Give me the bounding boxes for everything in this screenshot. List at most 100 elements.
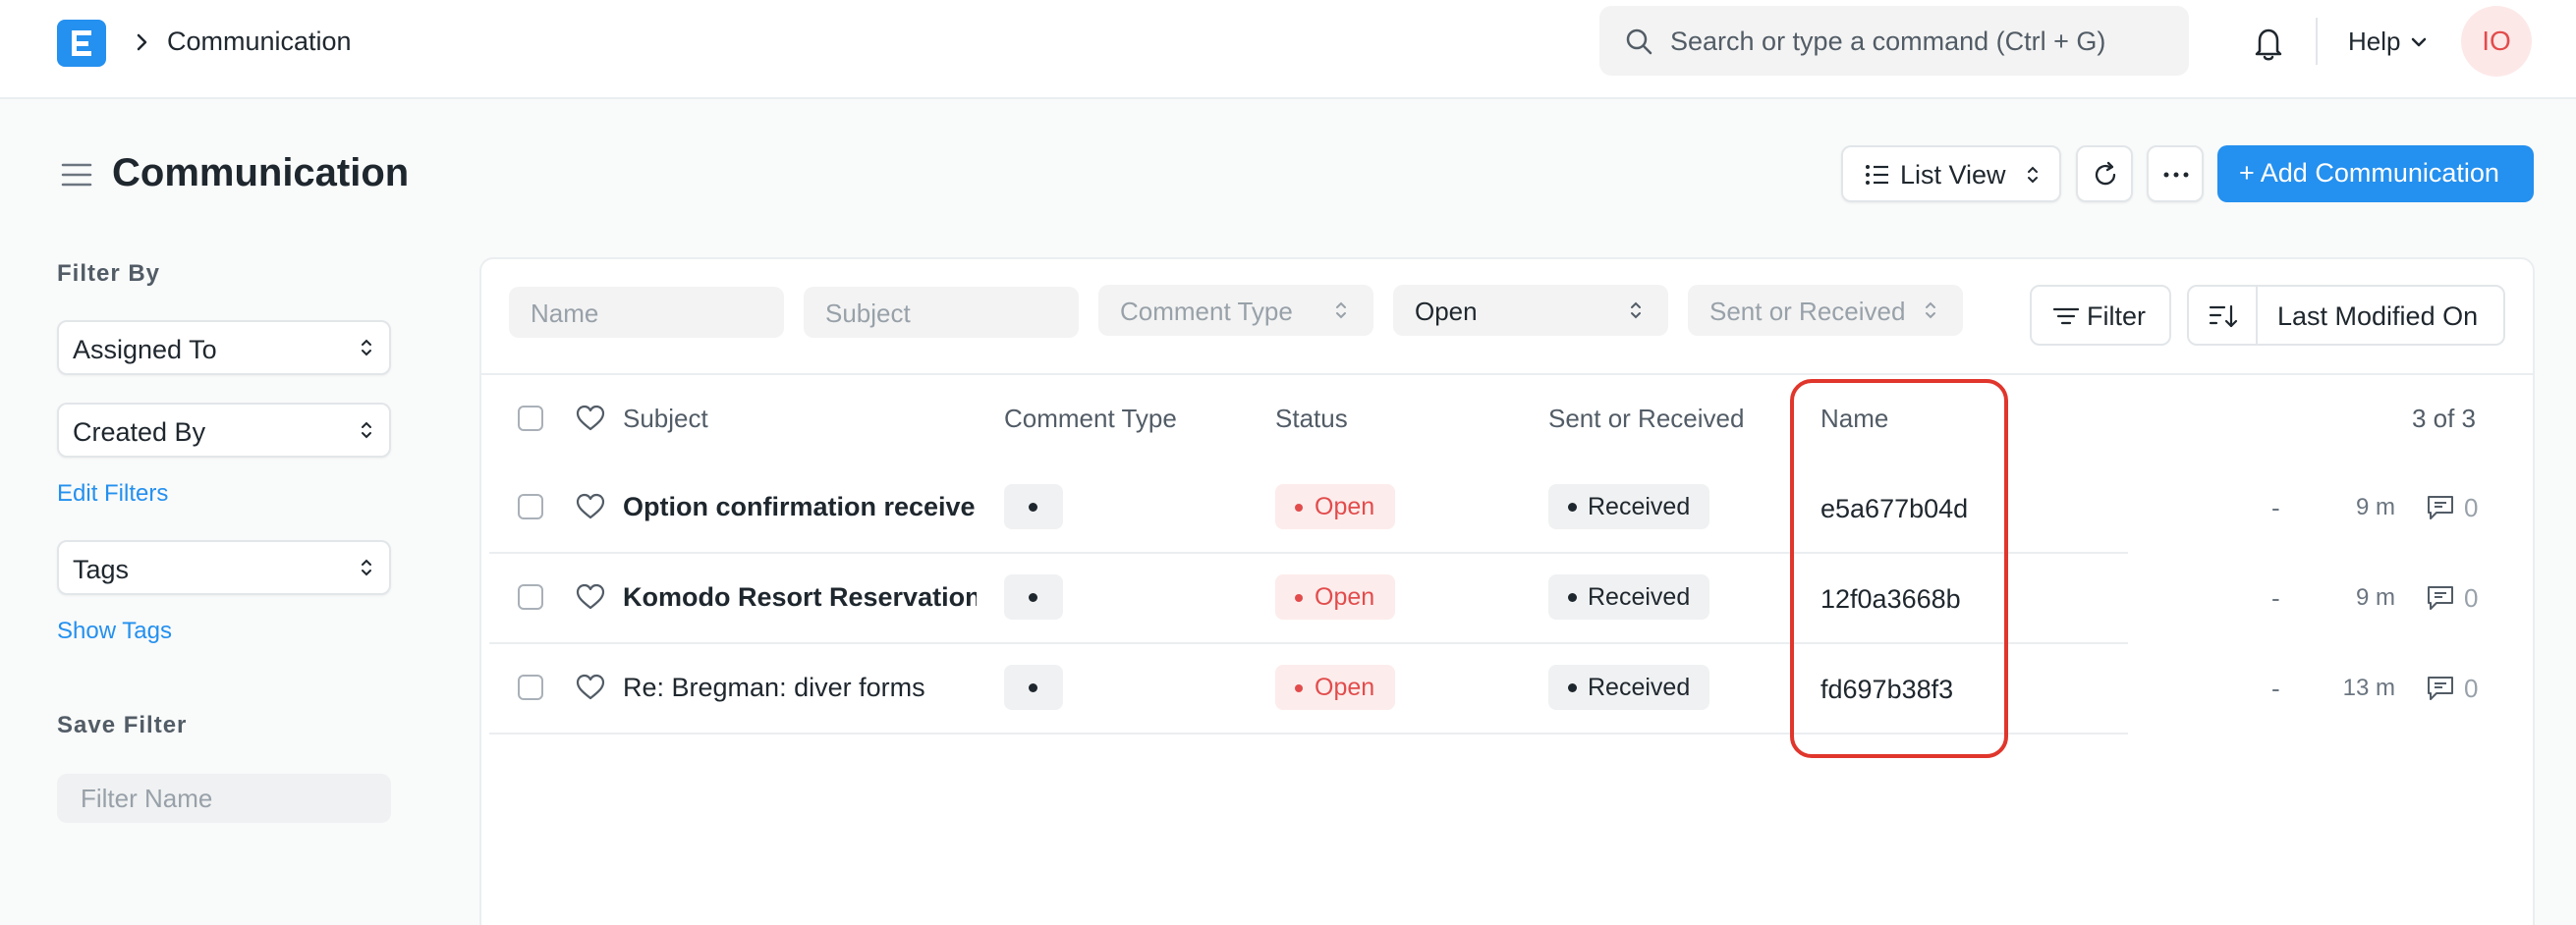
- filter-icon: [2053, 307, 2079, 325]
- row-checkbox[interactable]: [518, 675, 543, 700]
- sort-divider: [2256, 287, 2258, 344]
- updown-chevron-icon: [1336, 301, 1346, 319]
- user-avatar[interactable]: IO: [2461, 6, 2532, 77]
- column-header-comment-type[interactable]: Comment Type: [1004, 403, 1177, 434]
- row-assigned-placeholder: -: [2271, 493, 2280, 522]
- notification-bell-icon[interactable]: [2250, 24, 2287, 63]
- name-column-highlight: [1790, 379, 2008, 758]
- app-logo-icon[interactable]: [57, 20, 106, 67]
- filter-button-label: Filter: [2087, 301, 2146, 331]
- subject-filter-input[interactable]: Subject: [804, 287, 1079, 338]
- filter-area-divider: [481, 373, 2533, 375]
- sent-received-badge: Received: [1548, 665, 1709, 710]
- comment-type-indicator: [1004, 665, 1063, 710]
- show-tags-link[interactable]: Show Tags: [57, 617, 172, 646]
- status-filter-select[interactable]: Open: [1393, 285, 1668, 336]
- heart-icon[interactable]: [576, 493, 605, 520]
- chevron-down-icon[interactable]: [2409, 33, 2429, 51]
- updown-chevron-icon: [1926, 301, 1935, 319]
- created-by-label: Created By: [73, 417, 206, 447]
- name-filter-input[interactable]: Name: [509, 287, 784, 338]
- assigned-to-select[interactable]: Assigned To: [57, 320, 391, 375]
- select-all-checkbox[interactable]: [518, 406, 543, 431]
- status-badge: Open: [1275, 665, 1395, 710]
- sidebar-toggle-icon[interactable]: [61, 161, 92, 189]
- created-by-select[interactable]: Created By: [57, 403, 391, 458]
- updown-chevron-icon: [2028, 166, 2038, 184]
- updown-chevron-icon: [1631, 301, 1641, 319]
- ellipsis-icon: [2163, 172, 2189, 178]
- filter-name-placeholder: Filter Name: [81, 784, 213, 813]
- comment-type-indicator: [1004, 574, 1063, 620]
- sent-received-filter-select[interactable]: Sent or Received: [1688, 285, 1963, 336]
- sort-control[interactable]: Last Modified On: [2187, 285, 2505, 346]
- comment-icon: [2428, 586, 2453, 610]
- sort-field-label[interactable]: Last Modified On: [2277, 300, 2478, 332]
- row-checkbox[interactable]: [518, 494, 543, 519]
- add-communication-button[interactable]: + Add Communication: [2217, 145, 2534, 202]
- column-header-subject[interactable]: Subject: [623, 403, 708, 434]
- sort-order-icon[interactable]: [2209, 302, 2238, 330]
- heart-icon[interactable]: [576, 583, 605, 611]
- breadcrumb-communication[interactable]: Communication: [167, 24, 352, 59]
- sent-received-label: Received: [1588, 493, 1691, 520]
- sent-received-badge: Received: [1548, 484, 1709, 529]
- comment-icon: [2428, 677, 2453, 700]
- name-filter-placeholder: Name: [531, 299, 599, 328]
- filter-button[interactable]: Filter: [2030, 285, 2171, 346]
- status-badge-label: Open: [1315, 493, 1375, 520]
- updown-chevron-icon: [362, 421, 371, 439]
- page-title: Communication: [112, 151, 410, 194]
- status-badge-label: Open: [1315, 674, 1375, 701]
- filter-by-label: Filter By: [57, 260, 161, 287]
- status-badge: Open: [1275, 574, 1395, 620]
- row-comment-count: 0: [2464, 583, 2479, 613]
- more-actions-button[interactable]: [2147, 145, 2204, 202]
- row-modified-time: 9 m: [2355, 494, 2395, 520]
- refresh-button[interactable]: [2076, 145, 2133, 202]
- sent-received-label: Received: [1588, 674, 1691, 701]
- row-comment-count: 0: [2464, 493, 2479, 522]
- row-checkbox[interactable]: [518, 584, 543, 610]
- row-subject[interactable]: Option confirmation received: [623, 491, 975, 522]
- row-subject[interactable]: Re: Bregman: diver forms: [623, 672, 977, 703]
- navbar: Communication Search or type a command (…: [0, 0, 2576, 99]
- column-header-status[interactable]: Status: [1275, 403, 1348, 434]
- tags-select[interactable]: Tags: [57, 540, 391, 595]
- status-badge-label: Open: [1315, 583, 1375, 611]
- help-menu[interactable]: Help: [2348, 26, 2400, 57]
- chevron-right-icon: [137, 33, 147, 51]
- search-bar[interactable]: Search or type a command (Ctrl + G): [1599, 6, 2189, 76]
- sent-received-badge: Received: [1548, 574, 1709, 620]
- comment-icon: [2428, 496, 2453, 519]
- navbar-divider: [2316, 18, 2318, 65]
- search-placeholder: Search or type a command (Ctrl + G): [1670, 27, 2106, 56]
- filter-name-input[interactable]: Filter Name: [57, 774, 391, 823]
- row-assigned-placeholder: -: [2271, 674, 2280, 703]
- list-icon: [1866, 165, 1888, 185]
- list-view-label: List View: [1900, 160, 2006, 190]
- comment-type-indicator: [1004, 484, 1063, 529]
- row-modified-time: 9 m: [2355, 584, 2395, 611]
- list-view-button[interactable]: List View: [1841, 145, 2061, 202]
- heart-icon[interactable]: [576, 674, 605, 701]
- search-icon: [1626, 28, 1652, 55]
- column-header-sent-or-received[interactable]: Sent or Received: [1548, 403, 1744, 434]
- tags-label: Tags: [73, 555, 130, 584]
- add-communication-label: + Add Communication: [2239, 158, 2499, 188]
- status-badge: Open: [1275, 484, 1395, 529]
- row-subject[interactable]: Komodo Resort Reservation: [623, 581, 977, 613]
- record-count: 3 of 3: [2411, 404, 2476, 433]
- heart-icon[interactable]: [576, 405, 605, 432]
- row-assigned-placeholder: -: [2271, 583, 2280, 613]
- sent-received-label: Received: [1588, 583, 1691, 611]
- comment-type-filter-select[interactable]: Comment Type: [1098, 285, 1373, 336]
- updown-chevron-icon: [362, 559, 371, 576]
- row-comment-count: 0: [2464, 674, 2479, 703]
- updown-chevron-icon: [362, 339, 371, 356]
- comment-type-filter-placeholder: Comment Type: [1120, 297, 1293, 326]
- refresh-icon: [2095, 161, 2116, 186]
- edit-filters-link[interactable]: Edit Filters: [57, 479, 168, 509]
- save-filter-label: Save Filter: [57, 712, 188, 738]
- status-filter-value: Open: [1415, 297, 1478, 326]
